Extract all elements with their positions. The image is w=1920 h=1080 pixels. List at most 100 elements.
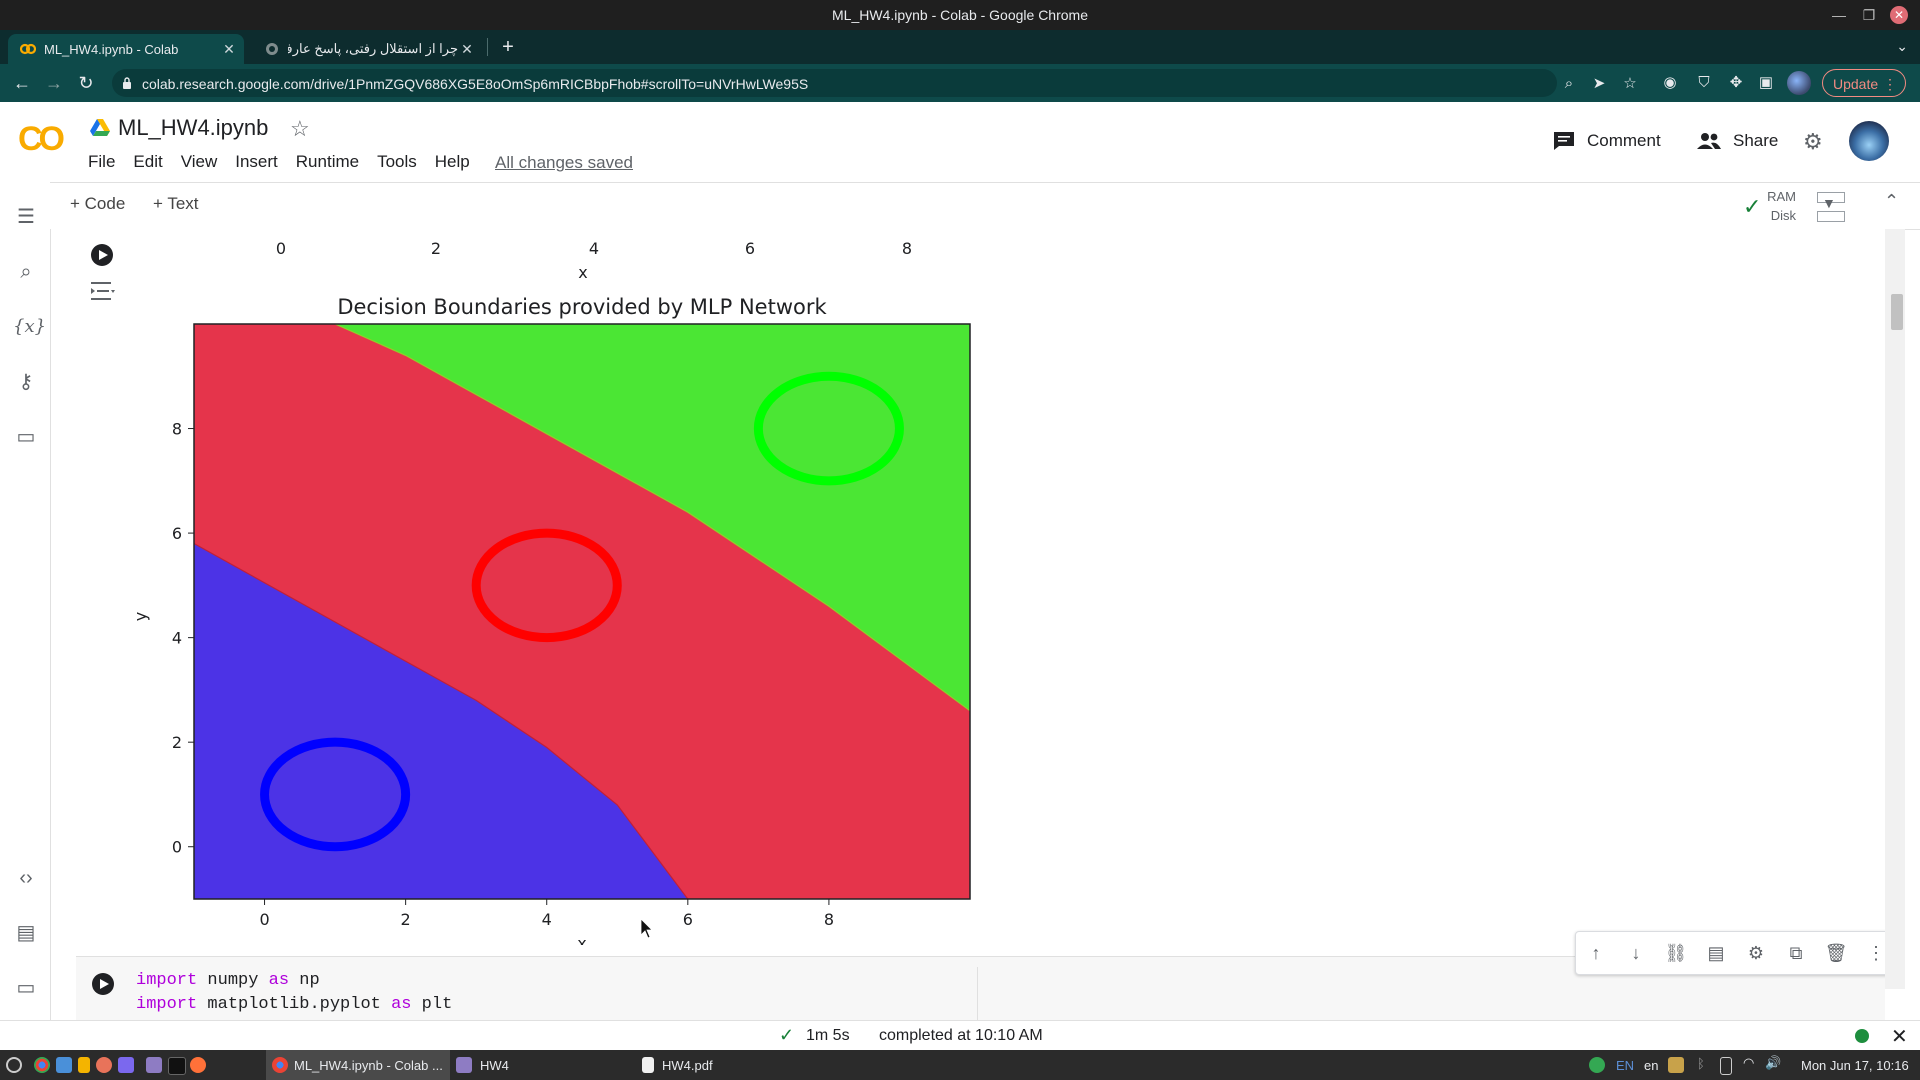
- chrome-launcher-icon[interactable]: [34, 1057, 50, 1073]
- tab-close-icon[interactable]: ✕: [458, 41, 476, 58]
- open-in-tab-icon[interactable]: ⧉: [1784, 942, 1808, 964]
- code-module: matplotlib.pyplot: [207, 995, 381, 1014]
- side-panel-icon[interactable]: ▣: [1756, 73, 1776, 93]
- run-cell-button[interactable]: [90, 243, 114, 267]
- secrets-key-icon[interactable]: ⚷: [13, 369, 39, 395]
- shield-icon[interactable]: ⛉: [1694, 73, 1714, 93]
- scrollbar-thumb[interactable]: [1891, 294, 1903, 330]
- maximize-icon[interactable]: ❐: [1858, 4, 1880, 26]
- collapse-chevron-up-icon[interactable]: ⌃: [1884, 191, 1899, 212]
- y-tick-label: 6: [172, 524, 182, 543]
- prev-x-axis-label: x: [578, 263, 587, 282]
- x-tick-label: 4: [542, 910, 552, 929]
- user-avatar[interactable]: [1849, 121, 1889, 161]
- tab-divider: [487, 38, 488, 56]
- close-window-icon[interactable]: ✕: [1890, 6, 1908, 24]
- disk-label: Disk: [1770, 208, 1796, 223]
- colab-logo[interactable]: CO: [18, 120, 65, 159]
- comment-icon: [1554, 132, 1574, 150]
- menu-help[interactable]: Help: [435, 152, 470, 172]
- update-button[interactable]: Update ⋮: [1822, 69, 1906, 97]
- terminal-icon[interactable]: ▭: [13, 975, 39, 1001]
- tray-display-icon[interactable]: [1668, 1057, 1684, 1073]
- star-icon[interactable]: ☆: [290, 116, 310, 142]
- add-text-button[interactable]: + Text: [153, 194, 199, 214]
- address-bar[interactable]: colab.research.google.com/drive/1PnmZGQV…: [112, 69, 1637, 97]
- new-tab-icon[interactable]: +: [494, 34, 522, 62]
- taskbar-window-hw4[interactable]: HW4: [456, 1050, 509, 1080]
- add-code-button[interactable]: + Code: [70, 194, 125, 214]
- code-line-2[interactable]: import matplotlib.pyplot as plt: [136, 995, 452, 1014]
- app-launcher-icon[interactable]: [118, 1057, 134, 1073]
- tray-check-icon[interactable]: [1589, 1057, 1605, 1073]
- menu-tools[interactable]: Tools: [377, 152, 417, 172]
- close-status-icon[interactable]: ✕: [1891, 1024, 1908, 1049]
- completion-status[interactable]: completed at 10:10 AM: [879, 1027, 1043, 1045]
- comment-button[interactable]: Comment: [1553, 131, 1661, 151]
- app-launcher-icon[interactable]: [96, 1057, 112, 1073]
- notebook-scrollbar[interactable]: [1885, 229, 1905, 989]
- start-menu-icon[interactable]: [6, 1057, 22, 1073]
- folder-launcher-icon[interactable]: [146, 1057, 162, 1073]
- move-down-arrow-icon[interactable]: ↓: [1624, 942, 1648, 964]
- send-icon[interactable]: ➤: [1589, 74, 1609, 94]
- move-up-arrow-icon[interactable]: ↑: [1584, 942, 1608, 964]
- code-keyword: import: [136, 971, 198, 990]
- output-actions-icon[interactable]: [90, 279, 116, 303]
- share-button[interactable]: Share: [1697, 131, 1778, 151]
- terminal-launcher-icon[interactable]: [168, 1057, 186, 1075]
- menu-edit[interactable]: Edit: [133, 152, 162, 172]
- search-icon[interactable]: ⌕: [13, 259, 39, 285]
- command-palette-icon[interactable]: ▤: [13, 920, 39, 946]
- settings-gear-icon[interactable]: ⚙: [1803, 129, 1823, 155]
- notebook-title[interactable]: ML_HW4.ipynb: [118, 115, 268, 141]
- reload-icon[interactable]: ↻: [74, 72, 98, 94]
- browser-tab-news[interactable]: چرا از استقلال رفتی، پاسخ عارف ✕: [252, 34, 482, 64]
- keyboard-layout-secondary[interactable]: en: [1644, 1058, 1658, 1073]
- menu-file[interactable]: File: [88, 152, 115, 172]
- bookmark-star-icon[interactable]: ☆: [1620, 74, 1640, 94]
- keyboard-layout[interactable]: EN: [1616, 1058, 1634, 1073]
- menu-insert[interactable]: Insert: [235, 152, 278, 172]
- notes-launcher-icon[interactable]: [78, 1057, 90, 1073]
- profile-avatar[interactable]: [1787, 71, 1811, 95]
- cell-settings-gear-icon[interactable]: ⚙: [1744, 942, 1768, 964]
- system-clock[interactable]: Mon Jun 17, 10:16: [1801, 1058, 1909, 1073]
- translate-launcher-icon[interactable]: [56, 1057, 72, 1073]
- battery-icon[interactable]: [1720, 1057, 1732, 1075]
- forward-arrow-icon[interactable]: →: [42, 72, 66, 94]
- update-label: Update: [1833, 76, 1879, 92]
- files-folder-icon[interactable]: ▭: [13, 424, 39, 450]
- comment-icon[interactable]: ▤: [1704, 942, 1728, 964]
- taskbar-window-colab[interactable]: ML_HW4.ipynb - Colab ...: [266, 1050, 450, 1080]
- link-icon[interactable]: ⛓: [1664, 942, 1688, 964]
- execution-duration[interactable]: 1m 5s: [806, 1027, 850, 1045]
- zoom-icon[interactable]: ⌕: [1559, 74, 1579, 94]
- y-tick-label: 8: [172, 420, 182, 439]
- firefox-launcher-icon[interactable]: [190, 1057, 206, 1073]
- google-drive-icon[interactable]: [90, 119, 110, 137]
- code-line-1[interactable]: import numpy as np: [136, 971, 320, 990]
- prev-x-tick-label: 2: [431, 239, 441, 258]
- minimize-icon[interactable]: —: [1828, 4, 1850, 26]
- runtime-dropdown-icon[interactable]: ▼: [1822, 195, 1836, 211]
- taskbar-window-pdf[interactable]: HW4.pdf: [642, 1050, 713, 1080]
- menu-view[interactable]: View: [181, 152, 218, 172]
- run-cell-button[interactable]: [91, 972, 115, 996]
- volume-icon[interactable]: 🔊: [1765, 1055, 1781, 1071]
- browser-tab-colab[interactable]: ML_HW4.ipynb - Colab ✕: [8, 34, 244, 64]
- puzzle-icon[interactable]: ✥: [1726, 73, 1746, 93]
- back-arrow-icon[interactable]: ←: [10, 72, 34, 94]
- code-snippets-icon[interactable]: ‹›: [13, 865, 39, 891]
- chart-title: Decision Boundaries provided by MLP Netw…: [337, 295, 827, 319]
- table-of-contents-icon[interactable]: ☰: [13, 204, 39, 230]
- menu-runtime[interactable]: Runtime: [296, 152, 359, 172]
- bluetooth-icon[interactable]: ᛒ: [1697, 1056, 1705, 1071]
- extension-icon[interactable]: ◉: [1660, 73, 1680, 93]
- tab-search-chevron-icon[interactable]: ⌄: [1896, 38, 1908, 55]
- save-status-link[interactable]: All changes saved: [495, 153, 633, 173]
- variables-icon[interactable]: {x}: [13, 314, 46, 340]
- wifi-icon[interactable]: ◠: [1743, 1055, 1754, 1071]
- tab-close-icon[interactable]: ✕: [220, 41, 238, 58]
- delete-trash-icon[interactable]: 🗑: [1824, 942, 1848, 964]
